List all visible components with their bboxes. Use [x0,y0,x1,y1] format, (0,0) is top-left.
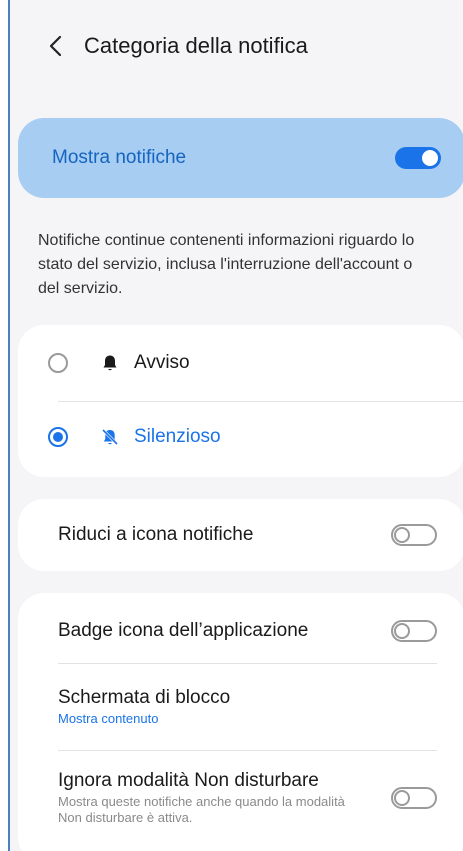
lock-screen-value: Mostra contenuto [58,711,159,726]
show-notifications-label: Mostra notifiche [52,147,187,168]
app-icon-badge-toggle[interactable] [391,620,437,642]
show-notifications-toggle[interactable] [395,147,441,169]
divider [58,750,437,751]
bell-off-icon [100,427,120,447]
divider [58,663,437,664]
minimize-notifications-row[interactable]: Riduci a icona notifiche [18,499,463,571]
lock-screen-row[interactable]: Schermata di blocco Mostra contenuto [58,679,437,735]
category-description: Notifiche continue contenenti informazio… [38,232,415,297]
minimize-notifications-toggle[interactable] [391,524,437,546]
bell-icon [100,353,120,373]
top-app-bar: Categoria della notifica [10,26,463,66]
ignore-dnd-row[interactable]: Ignora modalità Non disturbare Mostra qu… [58,763,437,833]
chevron-left-icon [49,35,62,57]
show-notifications-row[interactable]: Mostra notifiche [18,118,463,198]
phone-screen: Categoria della notifica Mostra notifich… [8,0,463,851]
radio-button-silenzioso[interactable] [48,427,68,447]
back-button[interactable] [34,26,78,66]
ignore-dnd-label: Ignora modalità Non disturbare [58,770,319,791]
minimize-notifications-label: Riduci a icona notifiche [58,524,254,545]
ignore-dnd-toggle[interactable] [391,787,437,809]
app-icon-badge-row[interactable]: Badge icona dell’applicazione [58,611,437,651]
app-icon-badge-label: Badge icona dell’applicazione [58,620,309,641]
ignore-dnd-description: Mostra queste notifiche anche quando la … [58,794,345,825]
alert-mode-option-avviso[interactable]: Avviso [18,343,463,383]
alert-mode-option-silenzioso[interactable]: Silenzioso [18,417,463,457]
alert-mode-label-avviso: Avviso [134,352,190,373]
page-title: Categoria della notifica [84,33,308,58]
alert-mode-label-silenzioso: Silenzioso [134,426,221,447]
more-settings-card: Badge icona dell’applicazione Schermata … [18,593,463,851]
lock-screen-label: Schermata di blocco [58,687,231,708]
alert-mode-group: Avviso Silenzioso [18,325,463,477]
radio-button-avviso[interactable] [48,353,68,373]
divider [58,401,463,402]
